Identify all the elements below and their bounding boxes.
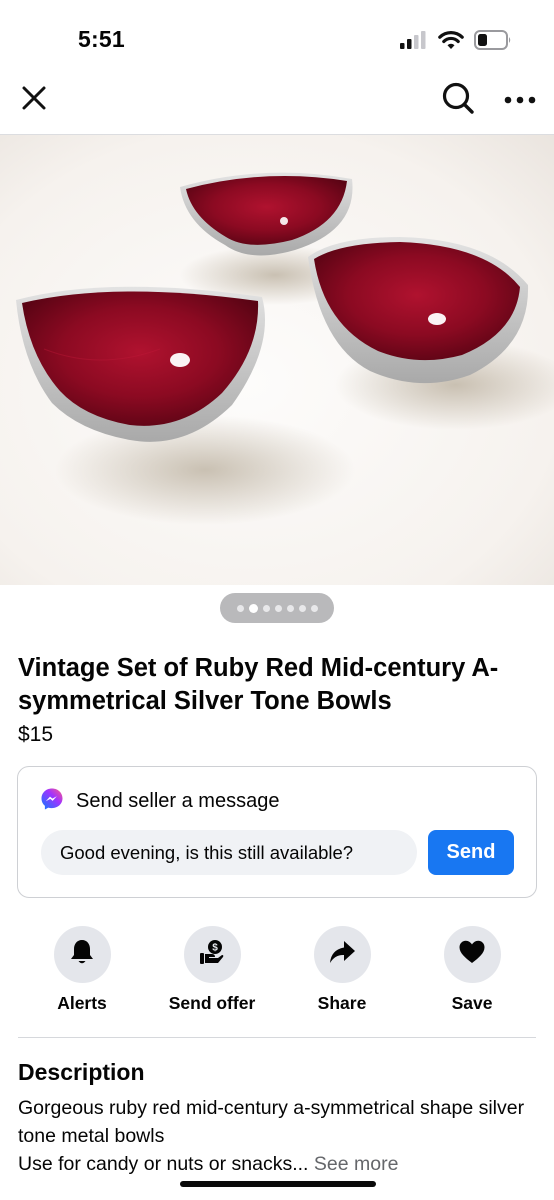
wifi-icon <box>438 30 464 55</box>
save-circle <box>443 926 501 983</box>
save-button[interactable]: Save <box>407 926 537 1014</box>
message-header-label: Send seller a message <box>76 790 280 812</box>
send-offer-button[interactable]: $ Send offer <box>147 926 277 1014</box>
photo-pager[interactable] <box>220 593 334 623</box>
status-bar: 5:51 <box>0 0 554 70</box>
pager-dot <box>274 604 282 612</box>
alerts-label: Alerts <box>57 993 107 1013</box>
bell-icon <box>69 938 95 971</box>
pager-dot <box>236 604 244 612</box>
search-button[interactable] <box>436 78 480 122</box>
save-label: Save <box>451 993 493 1013</box>
send-offer-label: Send offer <box>168 993 256 1013</box>
pager-dot <box>262 604 270 612</box>
message-input[interactable] <box>41 830 417 875</box>
status-icons <box>400 30 512 55</box>
alerts-button[interactable]: Alerts <box>17 926 147 1014</box>
pager-dot <box>248 603 258 613</box>
description-body: Gorgeous ruby red mid-century a-symmetri… <box>18 1094 543 1178</box>
share-icon <box>328 939 356 970</box>
send-button[interactable]: Send <box>428 830 514 875</box>
listing-title: Vintage Set of Ruby Red Mid-century A-sy… <box>18 654 499 715</box>
description-line-2-text: Use for candy or nuts or snacks... <box>18 1153 309 1175</box>
top-navigation <box>0 70 554 134</box>
more-icon <box>504 91 536 109</box>
listing-photo[interactable] <box>0 135 554 585</box>
share-button[interactable]: Share <box>277 926 407 1014</box>
see-more-link[interactable]: See more <box>314 1153 399 1175</box>
listing-price: $15 <box>18 723 54 746</box>
pager-dot <box>298 604 306 612</box>
offer-icon: $ <box>198 938 226 971</box>
home-indicator[interactable] <box>180 1181 376 1187</box>
signal-icon <box>400 31 428 54</box>
share-label: Share <box>317 993 367 1013</box>
battery-icon <box>474 30 512 55</box>
close-icon <box>21 85 47 116</box>
alerts-circle <box>53 926 111 983</box>
action-row: Alerts $ Send offer Share Save <box>0 926 554 1026</box>
svg-text:$: $ <box>212 943 218 954</box>
pager-dot <box>310 604 318 612</box>
send-offer-circle: $ <box>183 926 241 983</box>
pager-dot <box>286 604 294 612</box>
message-seller-card: Send seller a message Send <box>17 766 537 898</box>
section-divider <box>18 1037 536 1038</box>
messenger-icon <box>40 787 64 816</box>
description-line-2: Use for candy or nuts or snacks... See m… <box>18 1150 543 1178</box>
status-time: 5:51 <box>78 26 125 52</box>
message-header: Send seller a message <box>40 787 279 816</box>
more-options-button[interactable] <box>498 78 542 122</box>
description-line-1: Gorgeous ruby red mid-century a-symmetri… <box>18 1097 525 1147</box>
share-circle <box>313 926 371 983</box>
description-heading: Description <box>18 1059 145 1085</box>
search-icon <box>441 81 475 120</box>
close-button[interactable] <box>14 80 54 120</box>
heart-icon <box>458 939 486 970</box>
